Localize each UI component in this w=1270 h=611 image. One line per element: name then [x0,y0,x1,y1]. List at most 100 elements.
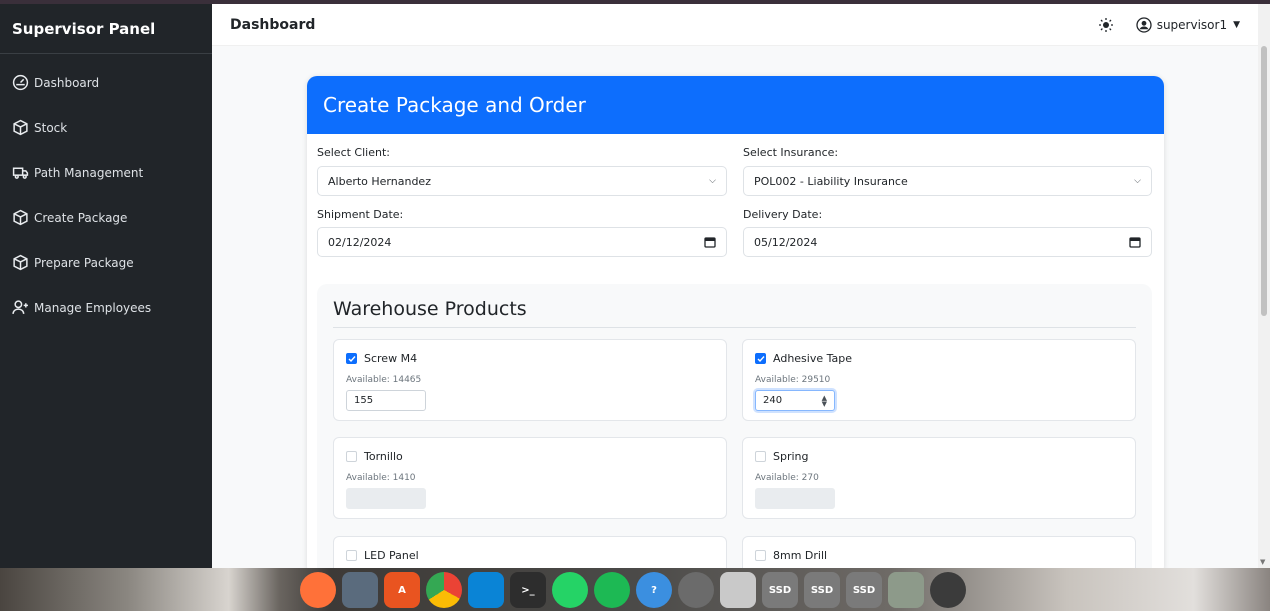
sidebar-item-path-management[interactable]: Path Management [0,150,212,195]
spinner-arrows-icon[interactable]: ▲ ▼ [822,394,827,407]
product-checkbox[interactable] [346,451,357,462]
create-package-card: Create Package and Order Select Client: … [307,76,1164,568]
checkmark-icon [757,355,765,362]
ssd-label: SSD [768,584,792,596]
box-icon [13,254,28,271]
ssd-drive-icon[interactable]: SSD [846,572,882,608]
shipment-date-value: 02/12/2024 [328,235,392,249]
quantity-stepper[interactable]: 240 ▲ ▼ [755,390,835,411]
calendar-icon[interactable] [1129,236,1141,248]
insurance-select-value: POL002 - Liability Insurance [754,174,908,188]
product-checkbox[interactable] [755,353,766,364]
top-navbar: Dashboard supervisor1 ▼ [212,4,1258,46]
main-area: Dashboard supervisor1 ▼ Create Package a… [212,4,1258,568]
insurance-label: Select Insurance: [743,146,839,159]
sidebar-nav: Dashboard Stock Path Management Create P… [0,54,212,330]
delivery-date-label: Delivery Date: [743,208,823,221]
sidebar-item-label: Create Package [34,210,128,225]
product-name-text: Adhesive Tape [773,352,853,365]
product-name-text: Tornillo [364,450,403,463]
sidebar-item-prepare-package[interactable]: Prepare Package [0,240,212,285]
ssd-label: SSD [852,584,876,596]
checkmark-icon [348,355,356,362]
chevron-down-icon: ⌵ [709,176,716,186]
box-icon [13,119,28,136]
firefox-icon[interactable] [300,572,336,608]
product-name-text: 8mm Drill [773,549,828,562]
username: supervisor1 [1156,17,1228,32]
chrome-icon[interactable] [426,572,462,608]
chevron-down-icon: ⌵ [1134,176,1141,186]
help-icon[interactable]: ? [636,572,672,608]
product-card-screw-m4: Screw M4 Available: 14465 155 [333,339,727,421]
warehouse-products-title: Warehouse Products [333,298,527,320]
product-name: Tornillo [346,450,403,463]
delivery-date-input[interactable]: 05/12/2024 [743,227,1152,257]
scrollbar-thumb[interactable] [1261,46,1267,316]
product-available: Available: 14465 [346,375,422,385]
page-scrollbar[interactable]: ▼ [1258,4,1270,568]
quantity-input [755,488,835,509]
sidebar-item-stock[interactable]: Stock [0,105,212,150]
product-checkbox[interactable] [346,353,357,364]
client-label: Select Client: [317,146,390,159]
sun-theme-toggle-icon[interactable] [1098,17,1114,33]
sidebar-brand: Supervisor Panel [0,4,212,54]
product-checkbox[interactable] [755,550,766,561]
ssd-label: SSD [810,584,834,596]
product-card-tornillo: Tornillo Available: 1410 [333,437,727,519]
product-card-8mm-drill: 8mm Drill [742,536,1136,568]
insurance-select[interactable]: POL002 - Liability Insurance ⌵ [743,166,1152,196]
screenshot-icon[interactable] [720,572,756,608]
page-title: Dashboard [230,16,316,33]
navbar-right: supervisor1 ▼ [1098,16,1240,33]
product-checkbox[interactable] [346,550,357,561]
ubuntu-apps-icon[interactable] [930,572,966,608]
ssd-drive-icon[interactable]: SSD [804,572,840,608]
terminal-icon[interactable]: >_ [510,572,546,608]
sidebar: Supervisor Panel Dashboard Stock Path Ma… [0,4,212,568]
software-store-icon[interactable]: A [384,572,420,608]
quantity-value: 155 [354,395,374,406]
sidebar-item-label: Dashboard [34,75,100,90]
product-name: LED Panel [346,549,419,562]
dock-apps: A >_ ? SSD SSD SSD [300,572,966,608]
trash-icon[interactable] [888,572,924,608]
client-select[interactable]: Alberto Hernandez ⌵ [317,166,727,196]
product-card-led-panel: LED Panel [333,536,727,568]
sidebar-item-label: Prepare Package [34,255,134,270]
quantity-input[interactable]: 155 [346,390,426,411]
dashboard-gauge-icon [12,74,29,91]
quantity-value: 240 [763,395,783,406]
box-icon [13,209,28,226]
truck-icon [12,167,29,179]
product-available: Available: 1410 [346,473,416,483]
chevron-down-icon: ▼ [1233,19,1240,30]
product-name-text: LED Panel [364,549,419,562]
files-icon[interactable] [342,572,378,608]
settings-icon[interactable] [678,572,714,608]
product-checkbox[interactable] [755,451,766,462]
sidebar-item-create-package[interactable]: Create Package [0,195,212,240]
divider [333,327,1136,328]
whatsapp-icon[interactable] [552,572,588,608]
sidebar-item-manage-employees[interactable]: Manage Employees [0,285,212,330]
content-area: Create Package and Order Select Client: … [212,46,1258,568]
product-name: Adhesive Tape [755,352,852,365]
shipment-date-input[interactable]: 02/12/2024 [317,227,727,257]
user-menu[interactable]: supervisor1 ▼ [1136,16,1240,33]
scroll-down-arrow-icon[interactable]: ▼ [1260,558,1265,566]
product-name-text: Spring [773,450,809,463]
calendar-icon[interactable] [704,236,716,248]
person-add-icon [12,300,28,314]
desktop-dock: A >_ ? SSD SSD SSD [0,568,1270,611]
product-card-adhesive-tape: Adhesive Tape Available: 29510 240 ▲ ▼ [742,339,1136,421]
ssd-drive-icon[interactable]: SSD [762,572,798,608]
sidebar-item-label: Stock [34,120,68,135]
shipment-date-label: Shipment Date: [317,208,404,221]
spotify-icon[interactable] [594,572,630,608]
user-circle-icon [1136,16,1152,33]
vscode-icon[interactable] [468,572,504,608]
sidebar-item-dashboard[interactable]: Dashboard [0,60,212,105]
sidebar-item-label: Path Management [34,165,144,180]
